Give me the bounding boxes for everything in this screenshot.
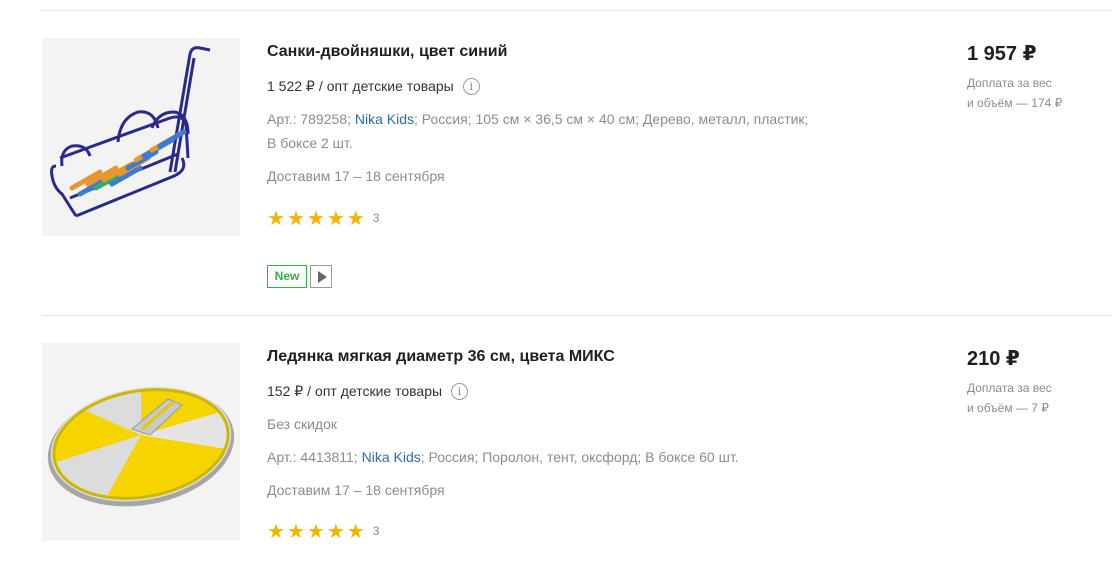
- brand-link[interactable]: Nika Kids: [355, 111, 414, 127]
- product-image[interactable]: [42, 343, 240, 541]
- star-icon: ★: [306, 206, 325, 230]
- rating[interactable]: ★ ★ ★ ★ ★ 3: [267, 521, 379, 541]
- product-title[interactable]: Ледянка мягкая диаметр 36 см, цвета МИКС: [267, 347, 615, 367]
- product-divider: [42, 315, 1112, 316]
- price-column: 210 ₽ Доплата за вес и объём — 7 ₽: [967, 343, 1107, 418]
- specs-text: ; Россия; 105 см × 36,5 см × 40 см; Дере…: [413, 111, 809, 127]
- star-icon: ★: [326, 206, 345, 230]
- product-image[interactable]: [42, 38, 240, 236]
- star-icon: ★: [286, 519, 305, 543]
- surcharge-line-2: и объём — 174 ₽: [967, 96, 1063, 110]
- surcharge-line-1: Доплата за вес: [967, 381, 1052, 395]
- wholesale-label: опт детские товары: [326, 78, 454, 94]
- wholesale-label: опт детские товары: [315, 383, 443, 399]
- wholesale-price-value: 152 ₽: [267, 383, 304, 399]
- info-icon[interactable]: i: [462, 77, 480, 95]
- product-price: 1 957 ₽: [967, 43, 1037, 65]
- star-icon: ★: [286, 206, 305, 230]
- product-specs: Арт.: 789258; Nika Kids; Россия; 105 см …: [267, 110, 808, 128]
- surcharge-line-1: Доплата за вес: [967, 76, 1052, 90]
- rating-count: 3: [372, 524, 380, 538]
- delivery-date: Доставим 17 – 18 сентября: [267, 168, 445, 184]
- wholesale-separator: /: [307, 383, 312, 399]
- badges: New: [267, 265, 332, 288]
- info-icon[interactable]: i: [451, 382, 469, 400]
- discount-status: Без скидок: [267, 416, 337, 432]
- weight-surcharge: Доплата за вес и объём — 7 ₽: [967, 378, 1107, 418]
- product-card: Ледянка мягкая диаметр 36 см, цвета МИКС…: [42, 343, 1112, 565]
- star-icon: ★: [267, 519, 285, 543]
- star-icon: ★: [326, 519, 345, 543]
- weight-surcharge: Доплата за вес и объём — 174 ₽: [967, 73, 1107, 113]
- top-divider: [42, 10, 1112, 11]
- product-price: 210 ₽: [967, 348, 1020, 370]
- product-specs-line-2: В боксе 2 шт.: [267, 135, 353, 151]
- brand-link[interactable]: Nika Kids: [362, 449, 421, 465]
- article-number: Арт.: 789258;: [267, 111, 351, 127]
- wholesale-price: 1 522 ₽ / опт детские товары i: [267, 77, 480, 95]
- rating-count: 3: [372, 211, 380, 225]
- product-title[interactable]: Санки-двойняшки, цвет синий: [267, 42, 507, 62]
- play-video-icon[interactable]: [310, 265, 332, 288]
- product-specs: Арт.: 4413811; Nika Kids; Россия; Пороло…: [267, 448, 739, 466]
- wholesale-separator: /: [318, 78, 323, 94]
- wholesale-price-value: 1 522 ₽: [267, 78, 315, 94]
- rating[interactable]: ★ ★ ★ ★ ★ 3: [267, 208, 379, 228]
- star-icon: ★: [306, 519, 325, 543]
- star-icon: ★: [267, 206, 285, 230]
- specs-text: ; Россия; Поролон, тент, оксфорд; В бокс…: [420, 449, 739, 465]
- delivery-date: Доставим 17 – 18 сентября: [267, 482, 445, 498]
- sled-image: [42, 38, 240, 236]
- star-icon: ★: [346, 206, 365, 230]
- article-number: Арт.: 4413811;: [267, 449, 358, 465]
- surcharge-line-2: и объём — 7 ₽: [967, 401, 1049, 415]
- product-card: Санки-двойняшки, цвет синий 1 522 ₽ / оп…: [42, 38, 1112, 298]
- new-badge: New: [267, 265, 307, 288]
- star-icon: ★: [346, 519, 365, 543]
- wholesale-price: 152 ₽ / опт детские товары i: [267, 382, 469, 400]
- ice-slide-image: [42, 343, 240, 541]
- price-column: 1 957 ₽ Доплата за вес и объём — 174 ₽: [967, 38, 1107, 113]
